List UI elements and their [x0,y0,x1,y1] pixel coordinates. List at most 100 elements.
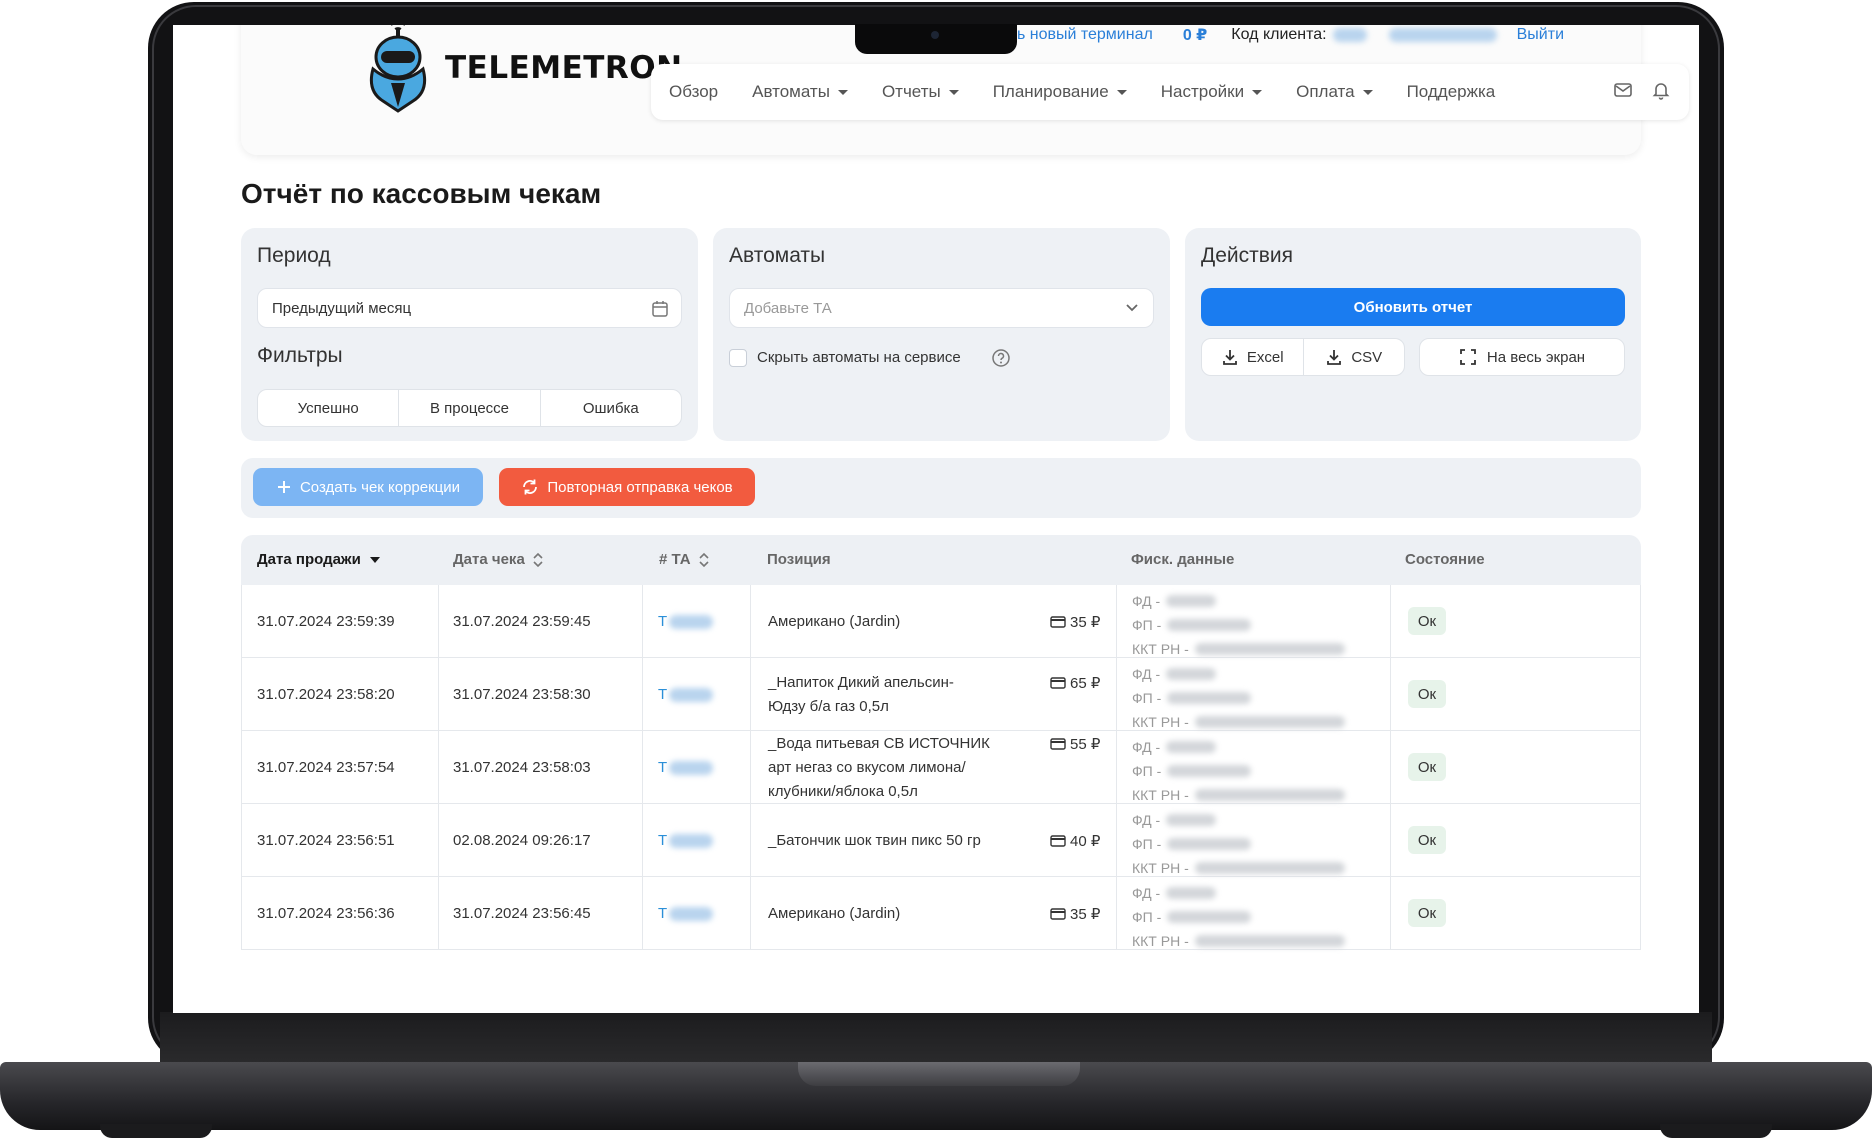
actions-panel: Действия Обновить отчет Excel CSV На вес… [1185,228,1641,441]
table-row[interactable]: 31.07.2024 23:57:54 31.07.2024 23:58:03 … [241,731,1641,804]
filter-in-progress[interactable]: В процессе [399,390,541,426]
chevron-down-icon [1126,304,1138,312]
refresh-report-button[interactable]: Обновить отчет [1201,288,1625,326]
fullscreen-label: На весь экран [1486,348,1586,366]
export-csv-button[interactable]: CSV [1304,339,1405,375]
refresh-icon [523,479,538,495]
fd-label: ФД - [1132,885,1161,901]
nav-item-planning[interactable]: Планирование [993,82,1127,102]
status-badge: Ок [1408,753,1446,781]
nav-item-label: Поддержка [1406,82,1496,101]
price-value: 35 ₽ [1070,614,1101,631]
fd-label: ФД - [1132,739,1161,755]
export-excel-button[interactable]: Excel [1202,339,1304,375]
position: _Вода питьевая СВ ИСТОЧНИК [768,735,990,752]
logo-text: TELEMETRON [445,50,683,86]
column-label: # ТА [659,551,691,568]
caret-down-icon [1252,89,1263,95]
price: 65 ₽ [1050,674,1100,692]
filter-success[interactable]: Успешно [258,390,400,426]
client-code-value-blurred [1332,28,1367,42]
laptop-foot-left [100,1124,212,1138]
fd-label: ФД - [1132,666,1161,682]
position-line-2: Юдзу б/а газ 0,5л [768,698,889,715]
column-label: Дата продажи [257,551,361,568]
filters-title: Фильтры [257,344,343,367]
machines-title: Автоматы [729,244,826,267]
ta-link[interactable]: Т [658,759,714,776]
caret-down-icon [1116,89,1127,95]
period-panel: Период Предыдущий месяц Фильтры Успешно … [241,228,698,441]
table-row[interactable]: 31.07.2024 23:58:20 31.07.2024 23:58:30 … [241,658,1641,731]
resend-checks-button[interactable]: Повторная отправка чеков [499,468,755,506]
mail-icon[interactable] [1613,80,1633,100]
status-badge: Ок [1408,826,1446,854]
table-row[interactable]: 31.07.2024 23:59:39 31.07.2024 23:59:45 … [241,585,1641,658]
sale-date: 31.07.2024 23:56:36 [257,905,395,922]
nav-item-overview[interactable]: Обзор [669,82,718,102]
column-ta[interactable]: # ТА [659,551,709,568]
nav-icons [1613,80,1671,100]
create-correction-button[interactable]: Создать чек коррекции [253,468,483,506]
laptop-foot-right [1660,1124,1772,1138]
caret-down-icon [1362,89,1373,95]
card-icon [1050,835,1066,847]
fiscal-data: ФД - ФП - ККТ РН - [1132,662,1345,734]
fp-label: ФП - [1132,763,1162,779]
ta-link[interactable]: Т [658,905,714,922]
column-sale-date[interactable]: Дата продажи [257,551,381,568]
fp-label: ФП - [1132,617,1162,633]
price-value: 40 ₽ [1070,833,1101,850]
status-filter: Успешно В процессе Ошибка [257,389,682,427]
caret-down-icon [948,89,959,95]
sort-icon [698,552,709,567]
client-name-blurred [1388,28,1497,42]
hide-service-label: Скрыть автоматы на сервисе [757,349,961,366]
page-title: Отчёт по кассовым чекам [241,178,602,209]
csv-label: CSV [1351,348,1383,366]
position: _Батончик шок твин пикс 50 гр [768,832,981,849]
resend-checks-label: Повторная отправка чеков [547,478,733,496]
filter-error[interactable]: Ошибка [541,390,681,426]
card-icon [1050,616,1066,628]
fullscreen-button[interactable]: На весь экран [1419,338,1625,376]
ta-number-blurred [669,761,714,776]
logo[interactable]: TELEMETRON [361,25,683,115]
card-icon [1050,738,1066,750]
balance[interactable]: 0 ₽ [1183,25,1207,45]
fp-label: ФП - [1132,690,1162,706]
action-bar: Создать чек коррекции Повторная отправка… [241,458,1641,518]
receipts-table: Дата продажи Дата чека # ТА Позиция Фиск… [241,535,1641,950]
main-nav: Обзор Автоматы Отчеты Планирование Настр… [651,64,1689,120]
hide-service-checkbox[interactable] [729,349,747,367]
position: Американо (Jardin) [768,613,901,630]
help-icon[interactable] [991,348,1011,368]
nav-item-payment[interactable]: Оплата [1296,82,1373,102]
nav-item-machines[interactable]: Автоматы [752,82,848,102]
nav-item-label: Планирование [992,82,1109,101]
ta-link[interactable]: Т [658,613,714,630]
table-row[interactable]: 31.07.2024 23:56:36 31.07.2024 23:56:45 … [241,877,1641,950]
column-check-date[interactable]: Дата чека [453,551,543,568]
period-select[interactable]: Предыдущий месяц [257,288,682,328]
sale-date: 31.07.2024 23:59:39 [257,613,395,630]
check-date: 31.07.2024 23:58:03 [453,759,591,776]
column-fiscal: Фиск. данные [1131,551,1235,568]
download-icon [1327,350,1342,365]
bell-icon[interactable] [1651,80,1671,100]
price-value: 55 ₽ [1070,736,1101,753]
table-header: Дата продажи Дата чека # ТА Позиция Фиск… [241,535,1641,585]
nav-item-support[interactable]: Поддержка [1407,82,1496,102]
machines-select[interactable]: Добавьте ТА [729,288,1154,328]
table-row[interactable]: 31.07.2024 23:56:51 02.08.2024 09:26:17 … [241,804,1641,877]
nav-item-reports[interactable]: Отчеты [882,82,959,102]
ta-link[interactable]: Т [658,686,714,703]
logout-link[interactable]: Выйти [1517,26,1564,44]
plus-icon [277,481,290,493]
column-label: Дата чека [453,551,525,568]
ta-link[interactable]: Т [658,832,714,849]
nav-item-label: Оплата [1296,82,1355,101]
nav-item-settings[interactable]: Настройки [1160,82,1263,102]
nav-item-label: Настройки [1160,82,1245,101]
column-position: Позиция [767,551,831,568]
